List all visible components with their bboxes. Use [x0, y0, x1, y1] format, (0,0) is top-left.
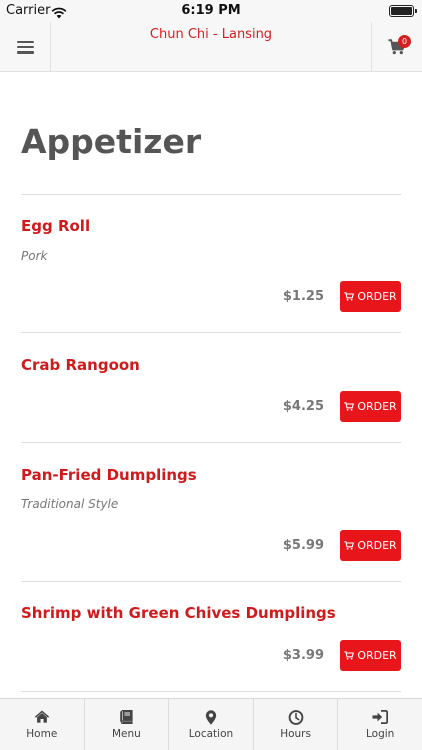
sign-in-icon — [372, 710, 389, 724]
item-price: $3.99 — [282, 648, 324, 663]
cart-icon — [344, 541, 355, 550]
tab-label: Hours — [280, 728, 311, 740]
item-name[interactable]: Crab Rangoon — [21, 356, 140, 374]
tab-label: Location — [188, 728, 234, 740]
bottom-tab-bar: Home Menu Location Hours Login — [0, 698, 422, 750]
cart-icon — [344, 402, 355, 411]
restaurant-title: Chun Chi - Lansing — [149, 27, 273, 42]
order-label: ORDER — [357, 290, 397, 303]
cart-button[interactable]: 0 — [371, 22, 422, 72]
status-bar: Carrier 6:19 PM — [0, 0, 422, 22]
battery-icon — [389, 5, 417, 17]
app-header: Chun Chi - Lansing 0 — [0, 22, 422, 72]
order-button[interactable]: ORDER — [340, 281, 401, 312]
divider — [21, 691, 401, 692]
item-price: $1.25 — [282, 289, 324, 304]
status-time: 6:19 PM — [181, 3, 241, 18]
clock-icon — [288, 710, 303, 725]
item-name[interactable]: Egg Roll — [21, 217, 90, 235]
tab-label: Login — [366, 728, 395, 740]
divider — [21, 194, 401, 195]
tab-label: Menu — [111, 728, 141, 740]
item-description: Pork — [21, 249, 48, 263]
cart-icon — [344, 651, 355, 660]
order-label: ORDER — [357, 400, 397, 413]
menu-button[interactable] — [0, 22, 51, 72]
book-icon — [120, 710, 133, 724]
item-name[interactable]: Shrimp with Green Chives Dumplings — [21, 604, 336, 622]
divider — [21, 332, 401, 333]
divider — [21, 581, 401, 582]
order-button[interactable]: ORDER — [340, 391, 401, 422]
item-price: $4.25 — [282, 399, 324, 414]
cart-icon — [344, 292, 355, 301]
cart-count-badge: 0 — [398, 35, 411, 48]
menu-content[interactable]: Appetizer Egg Roll Pork $1.25 ORDER Crab… — [0, 73, 422, 698]
divider — [21, 442, 401, 443]
map-pin-icon — [205, 710, 217, 725]
tab-location[interactable]: Location — [169, 699, 254, 750]
order-button[interactable]: ORDER — [340, 640, 401, 671]
item-description: Traditional Style — [21, 497, 119, 511]
hamburger-icon — [16, 40, 34, 54]
item-price: $5.99 — [282, 538, 324, 553]
item-name[interactable]: Pan-Fried Dumplings — [21, 466, 197, 484]
tab-login[interactable]: Login — [338, 699, 422, 750]
order-label: ORDER — [357, 539, 397, 552]
tab-hours[interactable]: Hours — [254, 699, 339, 750]
section-title: Appetizer — [21, 122, 202, 161]
order-label: ORDER — [357, 649, 397, 662]
order-button[interactable]: ORDER — [340, 530, 401, 561]
home-icon — [34, 710, 49, 723]
tab-home[interactable]: Home — [0, 699, 85, 750]
tab-label: Home — [26, 728, 58, 740]
tab-menu[interactable]: Menu — [85, 699, 170, 750]
